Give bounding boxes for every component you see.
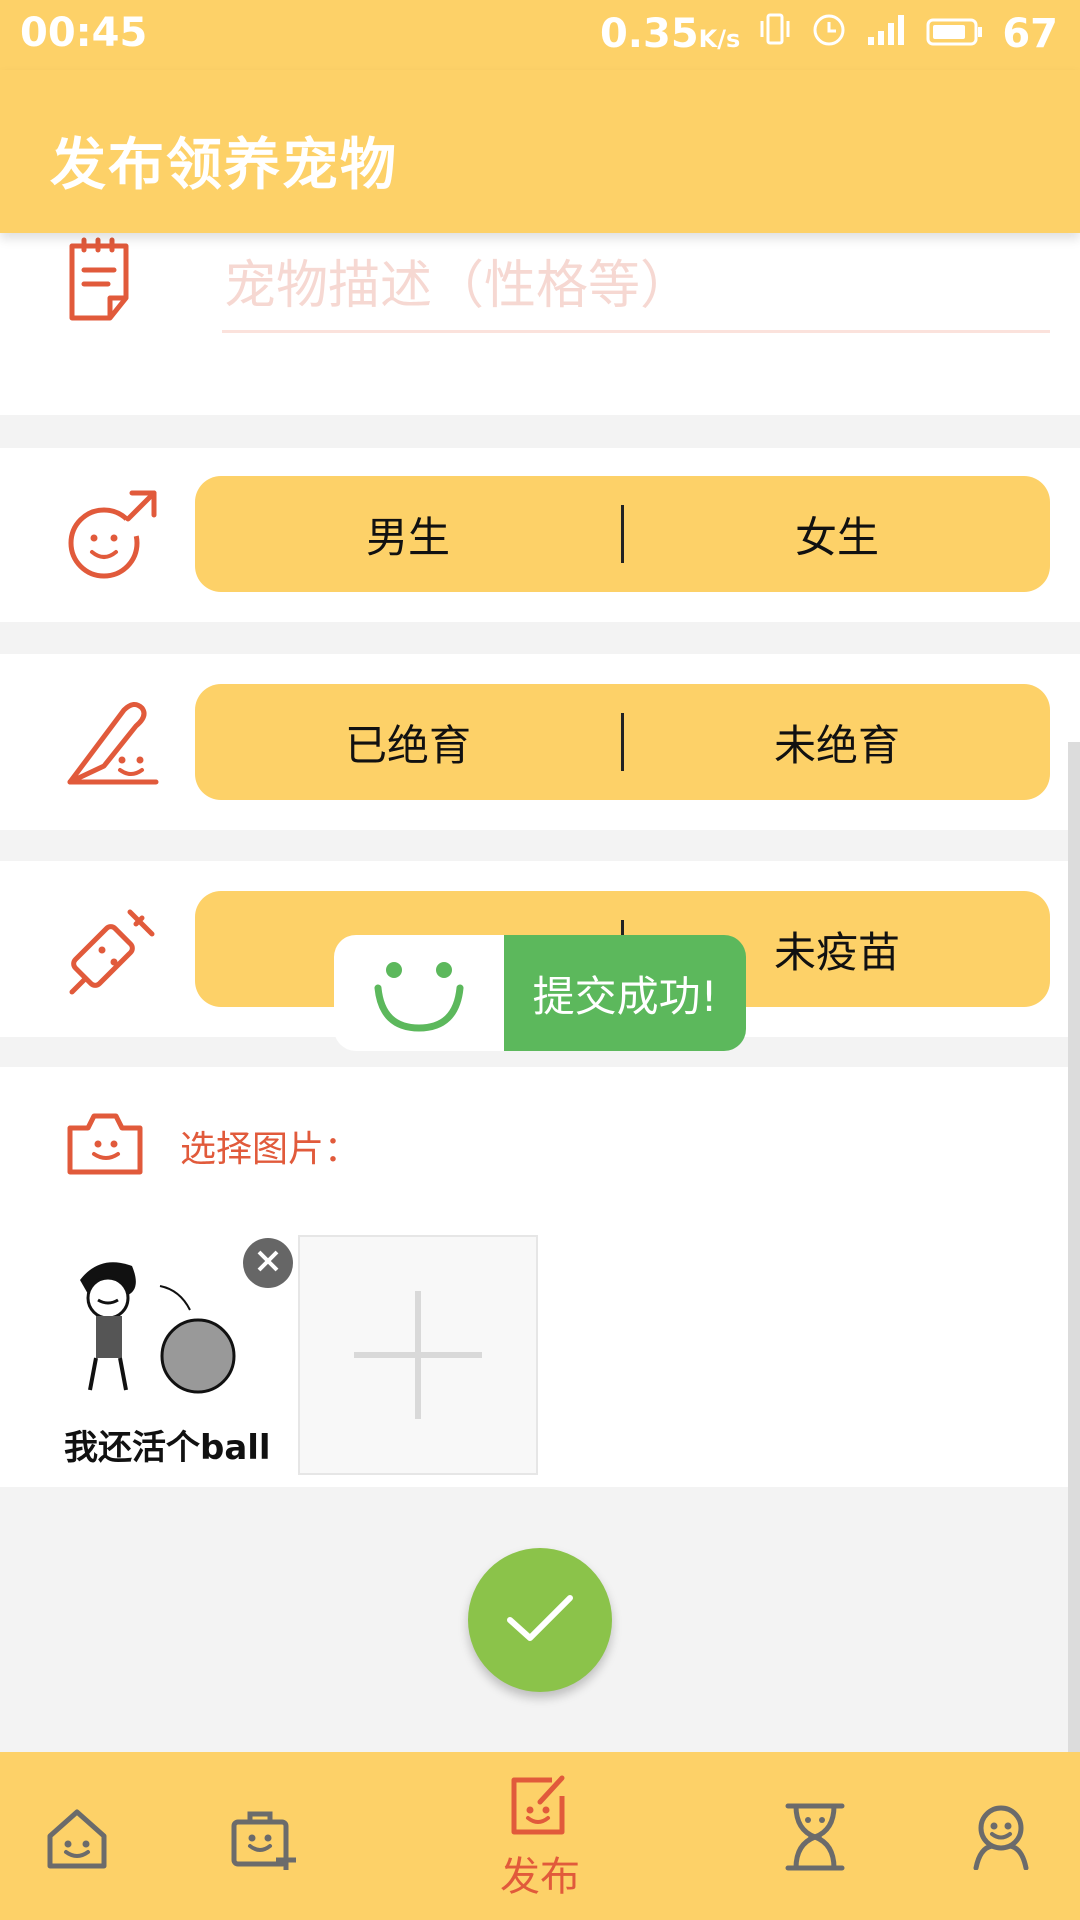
gender-male-face-icon bbox=[64, 488, 162, 588]
vibrate-icon bbox=[758, 11, 792, 57]
nav-publish[interactable] bbox=[506, 1774, 570, 1842]
status-indicators: 0.35K/s 67 bbox=[600, 10, 1058, 58]
home-icon bbox=[44, 1809, 110, 1874]
checkmark-icon bbox=[504, 1590, 576, 1650]
bag-add-icon bbox=[228, 1811, 298, 1874]
pet-description-input[interactable] bbox=[222, 240, 1054, 332]
choose-image-label: 选择图片： bbox=[180, 1129, 361, 1170]
page-title: 发布领养宠物 bbox=[50, 133, 398, 198]
nav-adopt[interactable] bbox=[228, 1806, 298, 1874]
not-neutered-option[interactable]: 未绝育 bbox=[624, 712, 1050, 773]
status-time: 00:45 bbox=[20, 10, 148, 56]
nav-home[interactable] bbox=[44, 1806, 110, 1874]
plus-icon bbox=[354, 1291, 482, 1423]
nav-profile[interactable] bbox=[970, 1804, 1032, 1874]
gender-toggle: 男生 女生 bbox=[195, 476, 1050, 592]
toast-smile-icon bbox=[334, 935, 504, 1051]
nav-publish-label: 发布 bbox=[500, 1854, 580, 1900]
bottom-navigation: 发布 bbox=[0, 1752, 1080, 1920]
description-underline bbox=[222, 330, 1050, 333]
description-note-icon bbox=[64, 236, 140, 330]
add-image-button[interactable] bbox=[298, 1235, 538, 1475]
toast-message: 提交成功! bbox=[504, 935, 746, 1051]
publish-icon bbox=[506, 1775, 570, 1842]
syringe-icon bbox=[64, 902, 160, 1002]
remove-image-button[interactable] bbox=[243, 1238, 293, 1288]
nav-history[interactable] bbox=[784, 1802, 846, 1876]
hourglass-icon bbox=[784, 1803, 846, 1876]
signal-icon bbox=[866, 11, 908, 57]
gender-female-option[interactable]: 女生 bbox=[624, 504, 1050, 565]
neutered-option[interactable]: 已绝育 bbox=[195, 712, 621, 773]
close-icon bbox=[255, 1248, 281, 1278]
thumbnail-caption: 我还活个ball bbox=[64, 1428, 271, 1468]
app-header: 发布领养宠物 bbox=[0, 70, 1080, 233]
camera-icon bbox=[64, 1110, 146, 1182]
gender-male-option[interactable]: 男生 bbox=[195, 504, 621, 565]
neuter-toggle: 已绝育 未绝育 bbox=[195, 684, 1050, 800]
status-bar: 00:45 0.35K/s 67 bbox=[0, 0, 1080, 70]
profile-icon bbox=[970, 1805, 1032, 1874]
submit-button[interactable] bbox=[468, 1548, 612, 1692]
alarm-icon bbox=[810, 10, 848, 58]
battery-icon bbox=[926, 11, 984, 57]
scalpel-icon bbox=[64, 696, 160, 792]
success-toast: 提交成功! bbox=[334, 935, 746, 1051]
battery-level: 67 bbox=[1002, 11, 1058, 57]
network-speed: 0.35K/s bbox=[599, 11, 741, 57]
scrollbar[interactable] bbox=[1068, 742, 1080, 1752]
